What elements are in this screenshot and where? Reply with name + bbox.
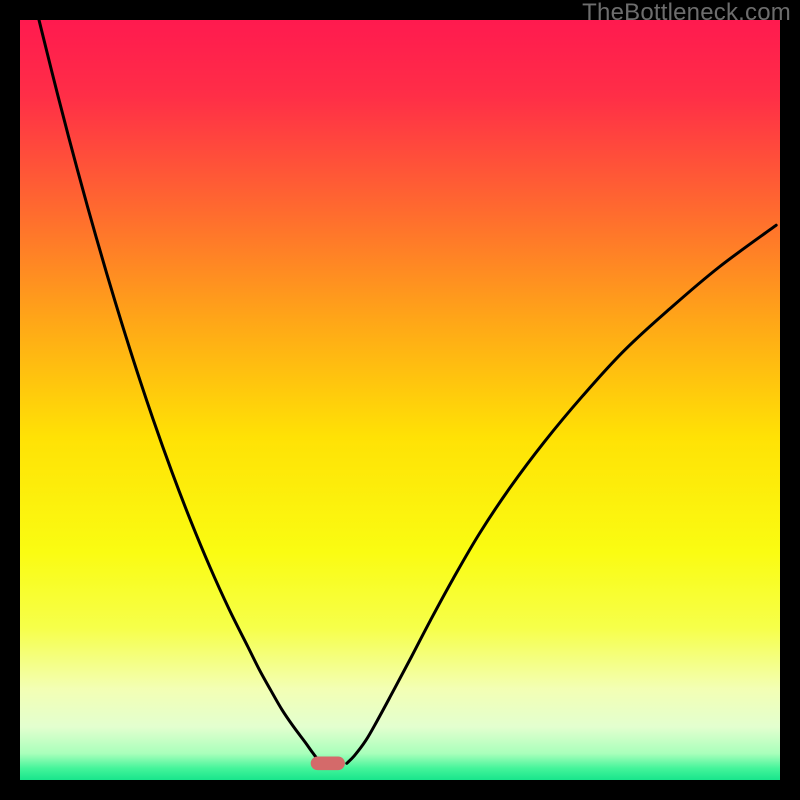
bottleneck-marker — [311, 756, 345, 770]
bottleneck-chart — [20, 20, 780, 780]
gradient-background — [20, 20, 780, 780]
watermark-text: TheBottleneck.com — [582, 0, 791, 25]
chart-frame — [20, 20, 780, 780]
